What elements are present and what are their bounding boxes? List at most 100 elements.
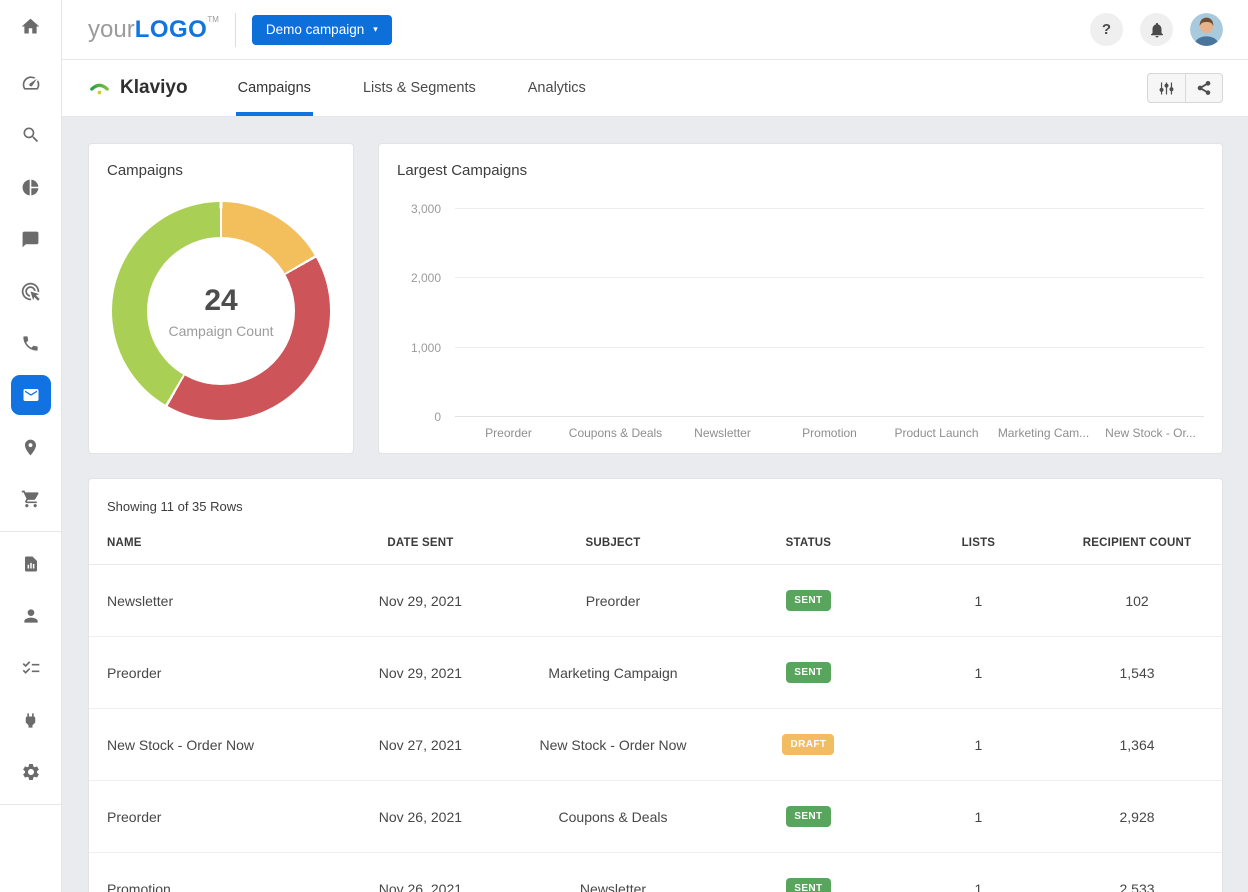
table-row[interactable]: PromotionNov 26, 2021NewsletterSENT12,53… [89, 853, 1222, 892]
donut-center: 24 Campaign Count [147, 237, 295, 385]
sliders-icon [1158, 80, 1175, 97]
largest-campaigns-card: Largest Campaigns 0 1,000 2,000 3,000 Preor… [378, 143, 1223, 454]
sidebar-item-chat[interactable] [0, 213, 61, 265]
table-row[interactable]: PreorderNov 26, 2021Coupons & DealsSENT1… [89, 781, 1222, 853]
klaviyo-logo-icon [88, 77, 111, 100]
share-button[interactable] [1185, 74, 1222, 102]
status-badge: SENT [786, 590, 830, 611]
app-logo: yourLOGOTM [88, 18, 219, 42]
main-content: Campaigns 24 Campaign Count Largest Camp… [62, 117, 1248, 892]
brand-name: Klaviyo [120, 77, 188, 99]
sidebar-item-campaign-tracking[interactable] [0, 265, 61, 317]
column-header-subject[interactable]: SUBJECT [514, 523, 712, 565]
checklist-icon [21, 658, 41, 678]
sidebar-item-ecommerce[interactable] [0, 473, 61, 525]
report-icon [22, 555, 40, 573]
cell-subject: Coupons & Deals [514, 781, 712, 853]
cell-name: New Stock - Order Now [89, 709, 327, 781]
sidebar-item-dashboard[interactable] [0, 57, 61, 109]
logo-text-your: your [88, 16, 135, 43]
y-axis-tick-label: 3,000 [397, 202, 441, 216]
sidebar-item-tasks[interactable] [0, 642, 61, 694]
sidebar-item-reports[interactable] [0, 161, 61, 213]
chat-icon [21, 230, 40, 249]
sidebar-item-email[interactable] [0, 369, 61, 421]
user-icon [21, 606, 41, 626]
sidebar-divider [0, 531, 61, 532]
plug-icon [21, 711, 40, 730]
sidebar-item-settings[interactable] [0, 746, 61, 798]
sidebar-item-search[interactable] [0, 109, 61, 161]
tab-campaigns[interactable]: Campaigns [212, 60, 337, 116]
search-icon [21, 125, 41, 145]
sidebar-divider [0, 804, 61, 805]
status-badge: SENT [786, 878, 830, 892]
cell-name: Preorder [89, 637, 327, 709]
help-button[interactable]: ? [1090, 13, 1123, 46]
avatar-image [1190, 13, 1223, 46]
donut-card-title: Campaigns [89, 144, 353, 179]
filter-button[interactable] [1148, 74, 1185, 102]
cell-status: SENT [712, 853, 905, 892]
logo-trademark: TM [207, 15, 219, 24]
location-icon [21, 438, 40, 457]
bar-chart-bars [455, 208, 1204, 416]
cell-status: DRAFT [712, 709, 905, 781]
y-axis-tick-label: 2,000 [397, 271, 441, 285]
gear-icon [21, 762, 41, 782]
table-row[interactable]: New Stock - Order NowNov 27, 2021New Sto… [89, 709, 1222, 781]
tab-analytics[interactable]: Analytics [502, 60, 612, 116]
avatar[interactable] [1190, 13, 1223, 46]
cell-subject: Marketing Campaign [514, 637, 712, 709]
tab-lists-segments[interactable]: Lists & Segments [337, 60, 502, 116]
column-header-name[interactable]: NAME [89, 523, 327, 565]
share-icon [1196, 80, 1212, 96]
campaign-donut-chart[interactable]: 24 Campaign Count [112, 202, 330, 420]
sidebar-item-integrations[interactable] [0, 694, 61, 746]
cell-lists: 1 [905, 853, 1052, 892]
cell-date-sent: Nov 26, 2021 [327, 853, 514, 892]
cell-lists: 1 [905, 709, 1052, 781]
table-row[interactable]: PreorderNov 29, 2021Marketing CampaignSE… [89, 637, 1222, 709]
cell-subject: Newsletter [514, 853, 712, 892]
cell-recipient-count: 102 [1052, 565, 1222, 637]
sidebar-item-calls[interactable] [0, 317, 61, 369]
help-icon: ? [1102, 21, 1111, 38]
cell-recipient-count: 2,928 [1052, 781, 1222, 853]
ads-click-icon [20, 281, 41, 302]
sidebar-item-analytics-report[interactable] [0, 538, 61, 590]
top-header: yourLOGOTM Demo campaign ▾ ? [62, 0, 1248, 60]
table-row[interactable]: NewsletterNov 29, 2021PreorderSENT1102 [89, 565, 1222, 637]
column-header-status[interactable]: STATUS [712, 523, 905, 565]
cell-lists: 1 [905, 637, 1052, 709]
bar-card-title: Largest Campaigns [379, 144, 1222, 179]
cell-subject: Preorder [514, 565, 712, 637]
logo-text-logo: LOGO [135, 16, 208, 43]
sidebar-item-home[interactable] [0, 0, 61, 52]
phone-icon [21, 334, 40, 353]
bar-chart-x-labels: PreorderCoupons & DealsNewsletterPromoti… [455, 426, 1204, 440]
column-header-date-sent[interactable]: DATE SENT [327, 523, 514, 565]
home-icon [20, 16, 41, 37]
klaviyo-brand: Klaviyo [88, 60, 188, 116]
status-badge: DRAFT [782, 734, 834, 755]
sidebar-item-contacts[interactable] [0, 590, 61, 642]
campaign-selector-label: Demo campaign [266, 22, 364, 37]
x-axis-category-label: Marketing Cam... [990, 426, 1097, 440]
gridline: 0 [455, 416, 1204, 417]
campaign-count-value: 24 [204, 284, 237, 318]
status-badge: SENT [786, 806, 830, 827]
campaigns-table: NAME DATE SENT SUBJECT STATUS LISTS RECI… [89, 523, 1222, 892]
campaign-count-label: Campaign Count [168, 323, 273, 339]
cell-date-sent: Nov 26, 2021 [327, 781, 514, 853]
y-axis-tick-label: 1,000 [397, 341, 441, 355]
bar-chart: 01,0002,0003,000 PreorderCoupons & Deals… [397, 208, 1204, 416]
sidebar-item-locations[interactable] [0, 421, 61, 473]
column-header-lists[interactable]: LISTS [905, 523, 1052, 565]
table-row-count-summary: Showing 11 of 35 Rows [89, 479, 1222, 514]
pie-chart-icon [21, 178, 40, 197]
cell-name: Preorder [89, 781, 327, 853]
notifications-button[interactable] [1140, 13, 1173, 46]
campaign-selector-button[interactable]: Demo campaign ▾ [252, 15, 392, 45]
column-header-recipient-count[interactable]: RECIPIENT COUNT [1052, 523, 1222, 565]
